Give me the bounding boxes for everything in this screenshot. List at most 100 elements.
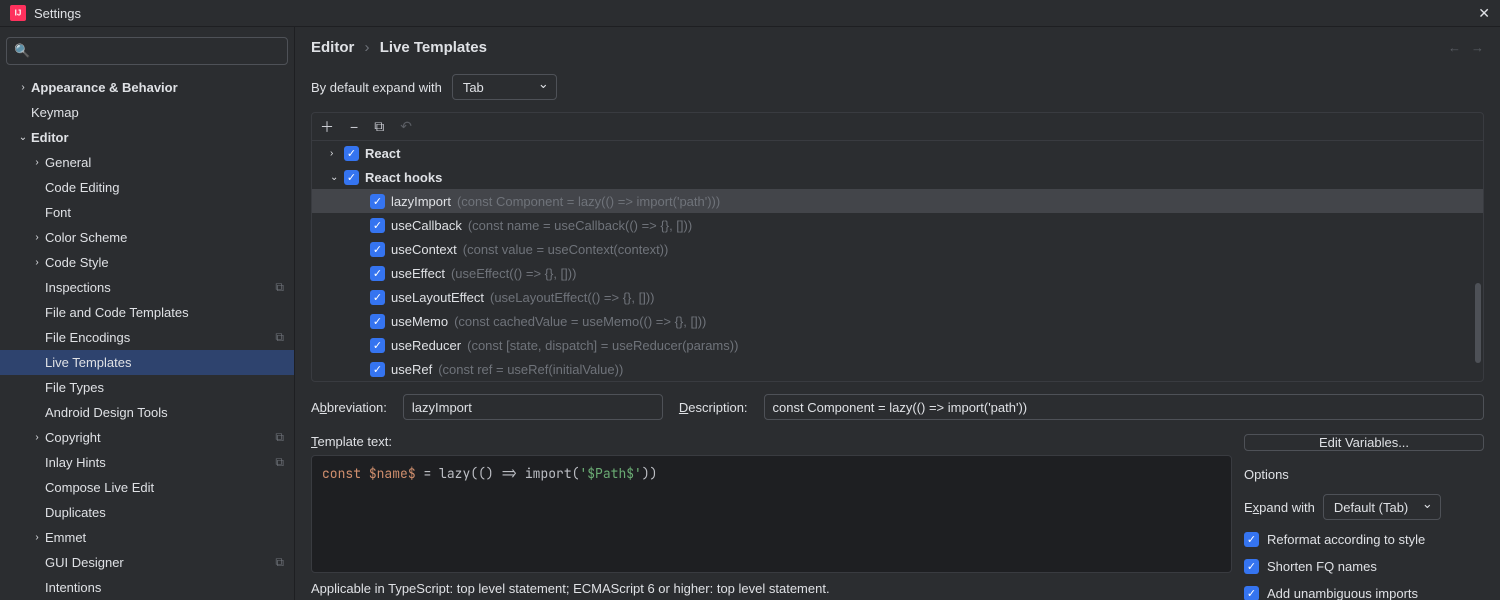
sidebar-item[interactable]: ›Copyright⧉ bbox=[0, 425, 294, 450]
sidebar-item[interactable]: ⌄Editor bbox=[0, 125, 294, 150]
template-name: useCallback bbox=[391, 218, 462, 233]
sidebar-item-label: Live Templates bbox=[45, 355, 131, 370]
scope-badge-icon: ⧉ bbox=[275, 330, 284, 345]
sidebar-item[interactable]: Code Editing bbox=[0, 175, 294, 200]
option-shorten-fq[interactable]: ✓Shorten FQ names bbox=[1244, 559, 1484, 574]
template-name: useLayoutEffect bbox=[391, 290, 484, 305]
template-name: useEffect bbox=[391, 266, 445, 281]
scope-badge-icon: ⧉ bbox=[275, 280, 284, 295]
template-group[interactable]: ⌄✓React hooks bbox=[312, 165, 1483, 189]
template-desc: (useEffect(() => {}, [])) bbox=[451, 266, 576, 281]
close-icon[interactable]: ✕ bbox=[1478, 5, 1490, 22]
template-desc: (const value = useContext(context)) bbox=[463, 242, 669, 257]
checkbox-icon[interactable]: ✓ bbox=[344, 170, 359, 185]
sidebar-item-label: General bbox=[45, 155, 91, 170]
checkbox-icon[interactable]: ✓ bbox=[370, 218, 385, 233]
description-input[interactable] bbox=[764, 394, 1484, 420]
template-desc: (useLayoutEffect(() => {}, [])) bbox=[490, 290, 655, 305]
template-item[interactable]: ✓ useCallback (const name = useCallback(()… bbox=[312, 213, 1483, 237]
search-input[interactable] bbox=[6, 37, 288, 65]
checkbox-icon[interactable]: ✓ bbox=[370, 338, 385, 353]
sidebar-item[interactable]: GUI Designer⧉ bbox=[0, 550, 294, 575]
template-name: useRef bbox=[391, 362, 432, 377]
template-name: useMemo bbox=[391, 314, 448, 329]
sidebar-item[interactable]: ›Color Scheme bbox=[0, 225, 294, 250]
template-item[interactable]: ✓useReducer(const [state, dispatch] = us… bbox=[312, 333, 1483, 357]
sidebar-item-label: Emmet bbox=[45, 530, 86, 545]
sidebar-item-label: Font bbox=[45, 205, 71, 220]
sidebar-item-label: File and Code Templates bbox=[45, 305, 189, 320]
scrollbar[interactable] bbox=[1475, 283, 1481, 363]
checkbox-icon[interactable]: ✓ bbox=[370, 290, 385, 305]
template-item[interactable]: ✓ useEffect (useEffect(() => {}, [])) bbox=[312, 261, 1483, 285]
sidebar-item-label: File Types bbox=[45, 380, 104, 395]
template-group[interactable]: ›✓React bbox=[312, 141, 1483, 165]
sidebar-item-label: Keymap bbox=[31, 105, 79, 120]
nav-forward-icon[interactable]: → bbox=[1471, 40, 1484, 55]
remove-icon[interactable]: − bbox=[350, 119, 358, 135]
checkbox-icon[interactable]: ✓ bbox=[370, 314, 385, 329]
sidebar-item-label: Appearance & Behavior bbox=[31, 80, 178, 95]
checkbox-icon[interactable]: ✓ bbox=[370, 362, 385, 377]
sidebar-item[interactable]: ›Code Style bbox=[0, 250, 294, 275]
sidebar-item[interactable]: ›General bbox=[0, 150, 294, 175]
templates-panel: ＋ − ⧉ ↶ ›✓React⌄✓React hooks✓lazyImport(… bbox=[311, 112, 1484, 382]
sidebar-item[interactable]: Android Design Tools bbox=[0, 400, 294, 425]
chevron-icon: › bbox=[30, 432, 44, 443]
expand-default-select[interactable]: Tab bbox=[452, 74, 557, 100]
checkbox-icon[interactable]: ✓ bbox=[1244, 532, 1259, 547]
templates-list[interactable]: ›✓React⌄✓React hooks✓lazyImport(const Co… bbox=[312, 141, 1483, 381]
checkbox-icon[interactable]: ✓ bbox=[370, 242, 385, 257]
nav-back-icon[interactable]: ← bbox=[1448, 40, 1461, 55]
sidebar-item[interactable]: File Encodings ⧉ bbox=[0, 325, 294, 350]
add-icon[interactable]: ＋ bbox=[320, 117, 334, 137]
sidebar-item[interactable]: ›Emmet bbox=[0, 525, 294, 550]
sidebar-item-label: Duplicates bbox=[45, 505, 106, 520]
sidebar-item-label: Copyright bbox=[45, 430, 101, 445]
template-item[interactable]: ✓ useRef (const ref = useRef(initialValue)… bbox=[312, 357, 1483, 381]
window-title: Settings bbox=[34, 6, 81, 21]
checkbox-icon[interactable]: ✓ bbox=[1244, 586, 1259, 600]
scope-badge-icon: ⧉ bbox=[275, 455, 284, 470]
sidebar-item[interactable]: Inspections⧉ bbox=[0, 275, 294, 300]
sidebar-item-label: GUI Designer bbox=[45, 555, 124, 570]
breadcrumb: Editor › Live Templates bbox=[311, 39, 487, 56]
sidebar-item[interactable]: Font bbox=[0, 200, 294, 225]
sidebar-item-label: File Encodings bbox=[45, 330, 130, 345]
chevron-icon: ⌄ bbox=[330, 172, 344, 183]
template-item[interactable]: ✓lazyImport(const Component = lazy(() =>… bbox=[312, 189, 1483, 213]
sidebar-item[interactable]: File and Code Templates bbox=[0, 300, 294, 325]
sidebar-item[interactable]: Live Templates bbox=[0, 350, 294, 375]
checkbox-icon[interactable]: ✓ bbox=[1244, 559, 1259, 574]
template-desc: (const name = useCallback(() => {}, [])) bbox=[468, 218, 692, 233]
abbreviation-input[interactable] bbox=[403, 394, 663, 420]
checkbox-icon[interactable]: ✓ bbox=[370, 266, 385, 281]
applicable-contexts: Applicable in TypeScript: top level stat… bbox=[311, 581, 1232, 596]
option-reformat[interactable]: ✓Reformat according to style bbox=[1244, 532, 1484, 547]
template-name: useReducer bbox=[391, 338, 461, 353]
sidebar-item-label: Color Scheme bbox=[45, 230, 127, 245]
abbreviation-label: Abbreviation: bbox=[311, 400, 387, 415]
template-item[interactable]: ✓ useLayoutEffect (useLayoutEffect(() => {… bbox=[312, 285, 1483, 309]
sidebar-item[interactable]: Keymap bbox=[0, 100, 294, 125]
option-add-imports[interactable]: ✓Add unambiguous imports bbox=[1244, 586, 1484, 600]
template-desc: (const ref = useRef(initialValue)) bbox=[438, 362, 623, 377]
sidebar-item[interactable]: Inlay Hints⧉ bbox=[0, 450, 294, 475]
sidebar-item[interactable]: Duplicates bbox=[0, 500, 294, 525]
breadcrumb-part[interactable]: Editor bbox=[311, 39, 354, 56]
edit-variables-button[interactable]: Edit Variables... bbox=[1244, 434, 1484, 451]
checkbox-icon[interactable]: ✓ bbox=[344, 146, 359, 161]
template-item[interactable]: ✓useContext(const value = useContext(con… bbox=[312, 237, 1483, 261]
sidebar-item[interactable]: File Types bbox=[0, 375, 294, 400]
sidebar-item[interactable]: Compose Live Edit bbox=[0, 475, 294, 500]
settings-tree[interactable]: ›Appearance & BehaviorKeymap⌄Editor›Gene… bbox=[0, 75, 294, 600]
copy-icon[interactable]: ⧉ bbox=[374, 118, 384, 135]
template-item[interactable]: ✓useMemo(const cachedValue = useMemo(() … bbox=[312, 309, 1483, 333]
revert-icon: ↶ bbox=[400, 118, 412, 135]
checkbox-icon[interactable]: ✓ bbox=[370, 194, 385, 209]
expand-with-select[interactable]: Default (Tab) bbox=[1323, 494, 1441, 520]
sidebar-item[interactable]: ›Appearance & Behavior bbox=[0, 75, 294, 100]
app-icon bbox=[10, 5, 26, 21]
sidebar-item[interactable]: Intentions bbox=[0, 575, 294, 600]
template-text-editor[interactable]: const $name$ = lazy(() => import('$Path$… bbox=[311, 455, 1232, 573]
